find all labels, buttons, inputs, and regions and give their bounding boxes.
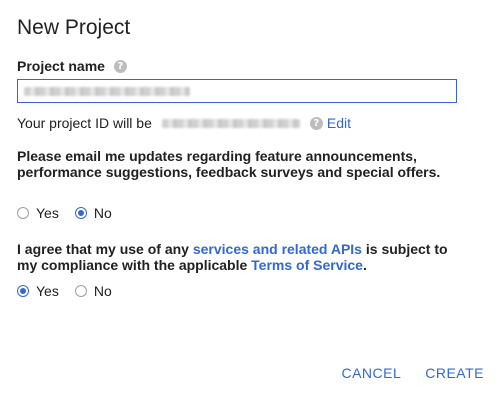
cancel-button[interactable]: CANCEL [341, 365, 401, 381]
new-project-dialog: New Project Project name ? Your project … [0, 0, 501, 396]
email-updates-yes-option[interactable]: Yes [17, 205, 59, 221]
project-name-label: Project name [17, 58, 105, 74]
terms-text-part3: . [362, 257, 367, 273]
email-updates-yes-label: Yes [36, 205, 59, 221]
services-apis-link[interactable]: services and related APIs [193, 241, 362, 257]
project-name-input[interactable] [17, 79, 457, 103]
create-button[interactable]: CREATE [425, 365, 484, 381]
redacted-project-name [24, 86, 190, 96]
terms-no-option[interactable]: No [74, 283, 112, 299]
email-updates-no-label: No [93, 205, 112, 221]
terms-yes-option[interactable]: Yes [17, 283, 59, 299]
terms-no-radio[interactable] [74, 285, 87, 297]
project-id-prefix: Your project ID will be [17, 115, 152, 131]
email-updates-no-radio[interactable] [74, 207, 87, 219]
terms-radio-group: Yes No [17, 283, 128, 299]
email-updates-radio-group: Yes No [17, 205, 128, 221]
email-updates-question: Please email me updates regarding featur… [17, 148, 441, 180]
dialog-title: New Project [17, 16, 131, 39]
project-id-row: Your project ID will be ? Edit [17, 114, 351, 132]
dialog-actions: CANCEL CREATE [317, 365, 484, 381]
terms-of-service-link[interactable]: Terms of Service [251, 257, 363, 273]
terms-no-label: No [93, 283, 112, 299]
help-circle-icon[interactable]: ? [113, 59, 127, 73]
help-circle-icon[interactable]: ? [309, 116, 323, 130]
terms-text-part1: I agree that my use of any [17, 241, 193, 257]
terms-agreement-question: I agree that my use of any services and … [17, 241, 457, 273]
redacted-project-id [161, 118, 300, 128]
email-updates-no-option[interactable]: No [74, 205, 112, 221]
project-name-label-row: Project name ? [17, 58, 127, 74]
terms-yes-label: Yes [36, 283, 59, 299]
terms-yes-radio[interactable] [17, 285, 29, 297]
edit-project-id-link[interactable]: Edit [327, 115, 351, 131]
email-updates-yes-radio[interactable] [17, 207, 29, 219]
